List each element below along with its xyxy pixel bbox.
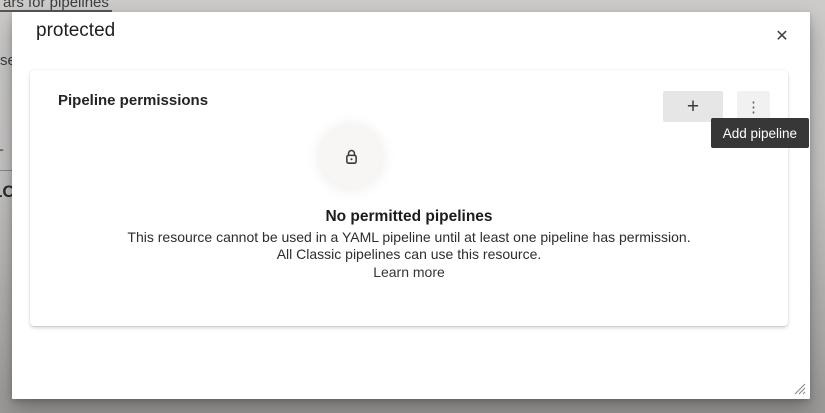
add-pipeline-tooltip: Add pipeline: [711, 118, 809, 148]
lock-icon: [342, 148, 361, 167]
dialog-title: protected: [36, 20, 115, 42]
close-icon[interactable]: ✕: [767, 21, 797, 51]
resize-grip[interactable]: [792, 381, 806, 395]
empty-state-title: No permitted pipelines: [30, 208, 788, 226]
card-heading: Pipeline permissions: [58, 92, 208, 109]
empty-state-description-line1: This resource cannot be used in a YAML p…: [30, 229, 788, 247]
empty-state-description-line2: All Classic pipelines can use this resou…: [30, 246, 788, 264]
background-text-fragment: T: [0, 146, 4, 162]
learn-more-link[interactable]: Learn more: [373, 264, 445, 280]
pipeline-permissions-card: Pipeline permissions + ⋮ No permitted pi…: [30, 70, 788, 326]
resource-permissions-dialog: protected ✕ Pipeline permissions + ⋮ No …: [12, 12, 810, 399]
empty-state-text: No permitted pipelines This resource can…: [30, 208, 788, 281]
empty-state-circle: [321, 127, 381, 187]
